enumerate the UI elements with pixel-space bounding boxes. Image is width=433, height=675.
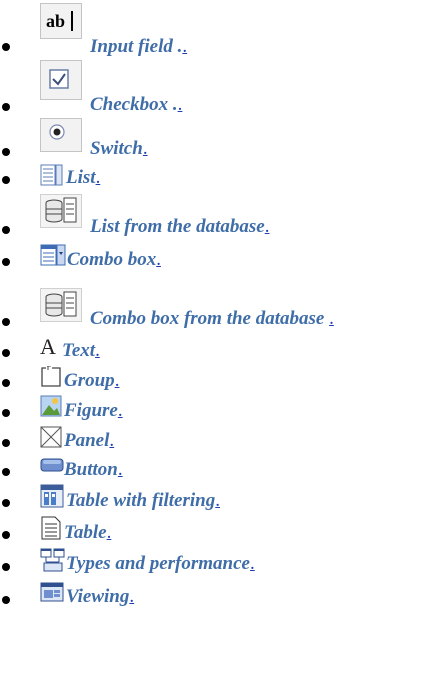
bullet bbox=[2, 43, 10, 51]
list-item: Switch. bbox=[0, 118, 433, 162]
panel-icon bbox=[40, 426, 62, 448]
item-link[interactable]: . bbox=[109, 430, 114, 451]
item-link[interactable]: . bbox=[107, 522, 112, 543]
bullet bbox=[2, 349, 10, 357]
list-item: Button. bbox=[0, 456, 433, 484]
list-item: List. bbox=[0, 162, 433, 190]
item-label[interactable]: Table with filtering bbox=[66, 490, 215, 511]
item-link[interactable]: . bbox=[115, 370, 120, 391]
bullet bbox=[2, 148, 10, 156]
item-link[interactable]: . bbox=[329, 308, 334, 329]
item-label[interactable]: Combo box bbox=[67, 249, 156, 270]
text-icon: A bbox=[40, 334, 56, 359]
item-label[interactable]: Switch bbox=[90, 138, 143, 159]
item-label[interactable]: List from the database bbox=[90, 216, 265, 237]
item-label[interactable]: Panel bbox=[64, 430, 109, 451]
list-item: Types and performance. bbox=[0, 548, 433, 580]
list-item: Table with filtering. bbox=[0, 484, 433, 516]
item-link[interactable]: . bbox=[96, 167, 101, 188]
filter-table-icon bbox=[40, 484, 64, 508]
bullet bbox=[2, 176, 10, 184]
item-link[interactable]: . bbox=[250, 553, 255, 574]
item-label[interactable]: Input field . bbox=[90, 36, 182, 57]
item-link[interactable]: . bbox=[143, 138, 148, 159]
bullet bbox=[2, 499, 10, 507]
radio-switch-icon bbox=[40, 118, 82, 152]
item-label[interactable]: List bbox=[66, 167, 96, 188]
bullet bbox=[2, 409, 10, 417]
db-list-icon bbox=[40, 194, 82, 228]
bullet bbox=[2, 318, 10, 326]
bullet bbox=[2, 531, 10, 539]
item-label[interactable]: Types and performance bbox=[66, 553, 250, 574]
item-label[interactable]: Button bbox=[64, 459, 118, 480]
item-label[interactable]: Combo box from the database bbox=[90, 308, 324, 329]
bullet bbox=[2, 379, 10, 387]
list-item: Combo box. bbox=[0, 242, 433, 274]
input-field-icon: ab bbox=[40, 3, 82, 39]
checkbox-icon bbox=[40, 60, 82, 100]
item-label[interactable]: Checkbox . bbox=[90, 94, 178, 115]
db-combo-box-icon bbox=[40, 288, 82, 322]
item-link[interactable]: . bbox=[182, 36, 187, 57]
list-icon bbox=[40, 164, 63, 186]
item-label[interactable]: Table bbox=[64, 522, 107, 543]
bullet bbox=[2, 468, 10, 476]
bullet bbox=[2, 439, 10, 447]
combo-box-icon bbox=[40, 244, 66, 266]
item-link[interactable]: . bbox=[215, 490, 220, 511]
list-item: List from the database. bbox=[0, 190, 433, 242]
button-icon bbox=[40, 458, 64, 472]
item-link[interactable]: . bbox=[265, 216, 270, 237]
item-link[interactable]: . bbox=[178, 94, 183, 115]
list-item: Group. bbox=[0, 366, 433, 396]
item-link[interactable]: . bbox=[118, 400, 123, 421]
list-item: Combo box from the database . bbox=[0, 274, 433, 336]
item-label[interactable]: Viewing bbox=[66, 586, 129, 607]
list-item: Viewing. bbox=[0, 580, 433, 614]
bullet bbox=[2, 258, 10, 266]
types-icon bbox=[40, 548, 65, 572]
bullet bbox=[2, 596, 10, 604]
item-label[interactable]: Figure bbox=[64, 400, 118, 421]
item-link[interactable]: . bbox=[118, 459, 123, 480]
list-item: Checkbox .. bbox=[0, 60, 433, 120]
list-item: Panel. bbox=[0, 426, 433, 456]
item-label[interactable]: Text bbox=[62, 340, 95, 361]
bullet bbox=[2, 226, 10, 234]
item-label[interactable]: Group bbox=[64, 370, 115, 391]
item-link[interactable]: . bbox=[156, 249, 161, 270]
table-icon bbox=[41, 516, 61, 540]
item-link[interactable]: . bbox=[95, 340, 100, 361]
bullet bbox=[2, 563, 10, 571]
svg-text:ab: ab bbox=[46, 11, 65, 31]
bullet bbox=[2, 103, 10, 111]
viewing-icon bbox=[40, 582, 64, 602]
figure-icon bbox=[40, 395, 62, 417]
list-item: Table. bbox=[0, 516, 433, 548]
group-icon bbox=[41, 366, 61, 387]
item-link[interactable]: . bbox=[129, 586, 134, 607]
list-item: Figure. bbox=[0, 395, 433, 426]
list-item: ab Input field .. bbox=[0, 0, 433, 60]
list-item: A Text. bbox=[0, 334, 433, 366]
